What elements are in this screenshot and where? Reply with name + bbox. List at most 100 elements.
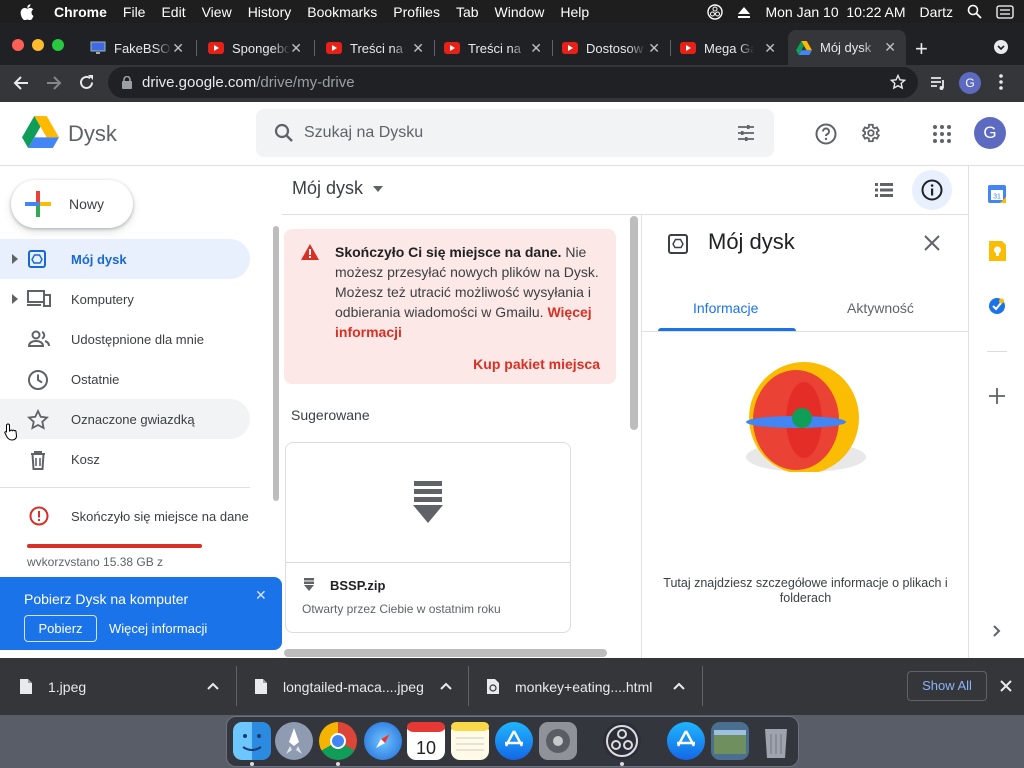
account-avatar[interactable]: G	[974, 117, 1006, 149]
content-scrollbar[interactable]	[630, 216, 638, 430]
browser-tab[interactable]: FakeBSOD ✕	[82, 33, 194, 63]
menubar-clock[interactable]: Mon Jan 10 10:22 AM	[765, 4, 905, 20]
chevron-up-icon[interactable]	[673, 682, 685, 690]
browser-tab[interactable]: Treści na ✕	[436, 33, 552, 63]
finder-icon[interactable]	[233, 722, 271, 760]
window-minimize-button[interactable]	[32, 39, 44, 51]
expand-rail-icon[interactable]	[993, 625, 1001, 637]
close-tab-icon[interactable]: ✕	[884, 39, 896, 56]
control-center-icon[interactable]	[996, 4, 1014, 19]
forward-arrow-icon[interactable]	[46, 75, 62, 91]
back-arrow-icon[interactable]	[13, 75, 29, 91]
sidebar-item-computers[interactable]: Komputery	[0, 279, 250, 319]
drive-logo-text[interactable]: Dysk	[68, 121, 117, 147]
info-panel-toggle-icon[interactable]	[912, 170, 952, 210]
menu-file[interactable]: File	[115, 4, 154, 20]
search-icon[interactable]	[274, 123, 294, 143]
trash-bin-icon[interactable]	[757, 722, 795, 760]
obs-status-icon[interactable]	[707, 3, 724, 20]
sidebar-item-starred[interactable]: Oznaczone gwiazdką	[0, 399, 250, 439]
buy-storage-button[interactable]: Kup pakiet miejsca	[473, 356, 600, 372]
new-button[interactable]: Nowy	[11, 180, 133, 228]
launchpad-icon[interactable]	[275, 722, 313, 760]
close-tab-icon[interactable]: ✕	[172, 40, 184, 57]
tab-search-icon[interactable]	[994, 40, 1008, 54]
horizontal-scrollbar[interactable]	[284, 649, 607, 657]
storage-warning[interactable]: Skończyło się miejsce na dane	[0, 504, 260, 528]
close-tab-icon[interactable]: ✕	[764, 40, 776, 57]
chevron-up-icon[interactable]	[207, 682, 219, 690]
close-tab-icon[interactable]: ✕	[648, 40, 660, 57]
media-queue-icon[interactable]	[930, 75, 946, 91]
close-details-icon[interactable]	[924, 235, 940, 251]
eject-icon[interactable]	[737, 5, 751, 19]
tab-details-info[interactable]: Informacje	[693, 300, 758, 316]
show-all-downloads-button[interactable]: Show All	[907, 671, 987, 701]
app-store-downloads-icon[interactable]	[667, 722, 705, 760]
apple-menu-icon[interactable]	[0, 3, 46, 20]
notes-icon[interactable]	[451, 722, 489, 760]
list-view-icon[interactable]	[875, 182, 893, 198]
chrome-menu-icon[interactable]	[999, 74, 1003, 90]
sidebar-item-recent[interactable]: Ostatnie	[0, 359, 250, 399]
menu-help[interactable]: Help	[552, 4, 597, 20]
menu-edit[interactable]: Edit	[153, 4, 193, 20]
browser-tab[interactable]: Spongebob ✕	[200, 33, 312, 63]
download-item[interactable]: 1.jpeg	[20, 658, 219, 715]
sidebar-item-my-drive[interactable]: Mój dysk	[0, 239, 250, 279]
preview-folder-icon[interactable]	[711, 722, 749, 760]
menu-tab[interactable]: Tab	[448, 4, 487, 20]
address-bar[interactable]: drive.google.com/drive/my-drive	[108, 67, 918, 98]
drive-search-bar[interactable]	[256, 109, 774, 157]
obs-icon[interactable]	[603, 722, 641, 760]
help-icon[interactable]	[815, 123, 837, 145]
browser-tab[interactable]: Treści na ✕	[318, 33, 434, 63]
tab-details-activity[interactable]: Aktywność	[847, 300, 914, 316]
browser-tab[interactable]: Dostosow ✕	[554, 33, 670, 63]
settings-gear-icon[interactable]	[859, 122, 881, 144]
menu-chrome[interactable]: Chrome	[46, 4, 115, 20]
browser-tab-active[interactable]: Mój dysk ✕	[788, 30, 906, 65]
file-card[interactable]: BSSP.zip Otwarty przez Ciebie w ostatnim…	[285, 442, 571, 633]
expand-arrow-icon[interactable]	[12, 254, 18, 264]
search-options-icon[interactable]	[736, 123, 756, 143]
menu-history[interactable]: History	[240, 4, 300, 20]
spotlight-search-icon[interactable]	[967, 4, 982, 19]
menu-view[interactable]: View	[194, 4, 240, 20]
system-preferences-icon[interactable]	[539, 722, 577, 760]
download-item[interactable]: longtailed-maca....jpeg	[255, 658, 452, 715]
chrome-profile-avatar[interactable]: G	[959, 72, 981, 94]
lock-icon[interactable]	[122, 76, 132, 89]
browser-tab[interactable]: Mega Ga ✕	[672, 33, 786, 63]
keep-icon[interactable]	[989, 241, 1006, 261]
window-zoom-button[interactable]	[52, 39, 64, 51]
close-tab-icon[interactable]: ✕	[412, 40, 424, 57]
bookmark-star-icon[interactable]	[890, 74, 906, 90]
close-tab-icon[interactable]: ✕	[290, 40, 302, 57]
sidebar-item-trash[interactable]: Kosz	[0, 439, 250, 479]
sidebar-scrollbar[interactable]	[273, 226, 279, 501]
chevron-up-icon[interactable]	[440, 682, 452, 690]
download-app-button[interactable]: Pobierz	[24, 615, 97, 642]
close-tab-icon[interactable]: ✕	[530, 40, 542, 57]
sidebar-item-shared[interactable]: Udostępnione dla mnie	[0, 319, 250, 359]
promo-learn-more-link[interactable]: Więcej informacji	[109, 621, 207, 636]
chrome-icon[interactable]	[319, 722, 357, 760]
window-close-button[interactable]	[12, 39, 24, 51]
reload-icon[interactable]	[78, 74, 95, 91]
add-addon-icon[interactable]	[989, 388, 1005, 404]
safari-icon[interactable]	[364, 722, 402, 760]
menu-profiles[interactable]: Profiles	[385, 4, 448, 20]
search-input[interactable]	[304, 124, 684, 142]
calendar-icon[interactable]: 31	[988, 185, 1006, 203]
menubar-user[interactable]: Dartz	[920, 4, 953, 20]
calendar-app-icon[interactable]: 10	[407, 722, 445, 760]
breadcrumb[interactable]: Mój dysk	[292, 178, 384, 199]
menu-bookmarks[interactable]: Bookmarks	[299, 4, 385, 20]
close-icon[interactable]: ✕	[255, 587, 267, 604]
google-apps-grid-icon[interactable]	[933, 125, 951, 143]
menu-window[interactable]: Window	[487, 4, 553, 20]
close-downloads-bar-icon[interactable]	[1000, 680, 1012, 692]
app-store-icon[interactable]	[495, 722, 533, 760]
download-item[interactable]: monkey+eating....html	[487, 658, 685, 715]
